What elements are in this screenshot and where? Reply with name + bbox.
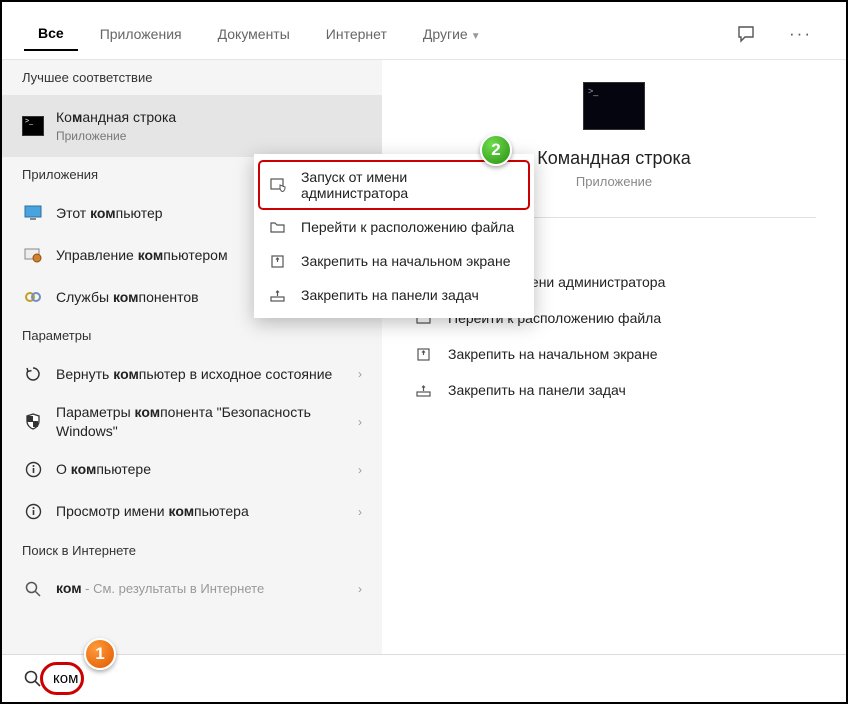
chevron-right-icon: › xyxy=(358,463,362,477)
action-pin-to-start[interactable]: Закрепить на начальном экране xyxy=(412,336,816,372)
more-icon[interactable]: ··· xyxy=(777,24,824,44)
chevron-right-icon: › xyxy=(358,367,362,381)
context-label: Перейти к расположению файла xyxy=(301,219,514,235)
context-menu: Запуск от имени администратора Перейти к… xyxy=(254,154,534,318)
tab-more[interactable]: Другие▼ xyxy=(409,18,495,50)
reset-icon xyxy=(22,363,44,385)
search-icon xyxy=(22,578,44,600)
pc-icon xyxy=(22,202,44,224)
preview-app-icon xyxy=(583,82,645,130)
tab-internet[interactable]: Интернет xyxy=(312,18,401,50)
item-label: ком - См. результаты в Интернете xyxy=(56,579,358,598)
action-label: Закрепить на панели задач xyxy=(448,382,626,398)
context-open-file-location[interactable]: Перейти к расположению файла xyxy=(254,210,534,244)
results-panel: Лучшее соответствие Командная строка При… xyxy=(2,60,382,654)
item-label: Вернуть компьютер в исходное состояние xyxy=(56,365,358,384)
preview-panel: Командная строка Приложение Открыть Запу… xyxy=(382,60,846,654)
action-label: Закрепить на начальном экране xyxy=(448,346,658,362)
setting-windows-security[interactable]: Параметры компонента "Безопасность Windo… xyxy=(2,395,382,449)
item-label: О компьютере xyxy=(56,460,358,479)
search-input[interactable] xyxy=(53,670,824,687)
section-settings: Параметры xyxy=(2,318,382,353)
shield-icon xyxy=(22,411,44,433)
context-run-as-admin[interactable]: Запуск от имени администратора xyxy=(258,160,530,210)
services-icon xyxy=(22,286,44,308)
annotation-badge-2: 2 xyxy=(480,134,512,166)
cmd-icon xyxy=(22,115,44,137)
tab-bar: Все Приложения Документы Интернет Другие… xyxy=(2,2,846,60)
search-bar xyxy=(2,654,846,702)
web-search-item[interactable]: ком - См. результаты в Интернете › xyxy=(2,568,382,610)
context-pin-to-start[interactable]: Закрепить на начальном экране xyxy=(254,244,534,278)
info-icon xyxy=(22,501,44,523)
tab-documents[interactable]: Документы xyxy=(204,18,304,50)
setting-view-pc-name[interactable]: Просмотр имени компьютера › xyxy=(2,491,382,533)
best-match-title: Командная строка Приложение xyxy=(56,108,362,144)
pin-start-icon xyxy=(270,254,290,269)
chevron-right-icon: › xyxy=(358,582,362,596)
pin-taskbar-icon xyxy=(412,384,434,397)
feedback-icon[interactable] xyxy=(725,25,769,43)
folder-icon xyxy=(270,221,290,234)
mgmt-icon xyxy=(22,244,44,266)
chevron-right-icon: › xyxy=(358,415,362,429)
tab-apps[interactable]: Приложения xyxy=(86,18,196,50)
chevron-down-icon: ▼ xyxy=(471,31,481,42)
annotation-badge-1: 1 xyxy=(84,638,116,670)
tab-all[interactable]: Все xyxy=(24,17,78,51)
pin-start-icon xyxy=(412,347,434,362)
section-web: Поиск в Интернете xyxy=(2,533,382,568)
setting-about-pc[interactable]: О компьютере › xyxy=(2,449,382,491)
context-label: Запуск от имени администратора xyxy=(301,169,518,201)
pin-taskbar-icon xyxy=(270,289,290,302)
best-match-subtitle: Приложение xyxy=(56,128,362,144)
info-icon xyxy=(22,459,44,481)
context-label: Закрепить на панели задач xyxy=(301,287,479,303)
action-pin-to-taskbar[interactable]: Закрепить на панели задач xyxy=(412,372,816,408)
context-label: Закрепить на начальном экране xyxy=(301,253,511,269)
search-icon xyxy=(24,670,41,687)
item-label: Просмотр имени компьютера xyxy=(56,502,358,521)
chevron-right-icon: › xyxy=(358,505,362,519)
item-label: Параметры компонента "Безопасность Windo… xyxy=(56,403,358,441)
best-match-item[interactable]: Командная строка Приложение xyxy=(2,95,382,157)
section-best-match: Лучшее соответствие xyxy=(2,60,382,95)
context-pin-to-taskbar[interactable]: Закрепить на панели задач xyxy=(254,278,534,312)
admin-icon xyxy=(270,178,290,192)
setting-reset-pc[interactable]: Вернуть компьютер в исходное состояние › xyxy=(2,353,382,395)
